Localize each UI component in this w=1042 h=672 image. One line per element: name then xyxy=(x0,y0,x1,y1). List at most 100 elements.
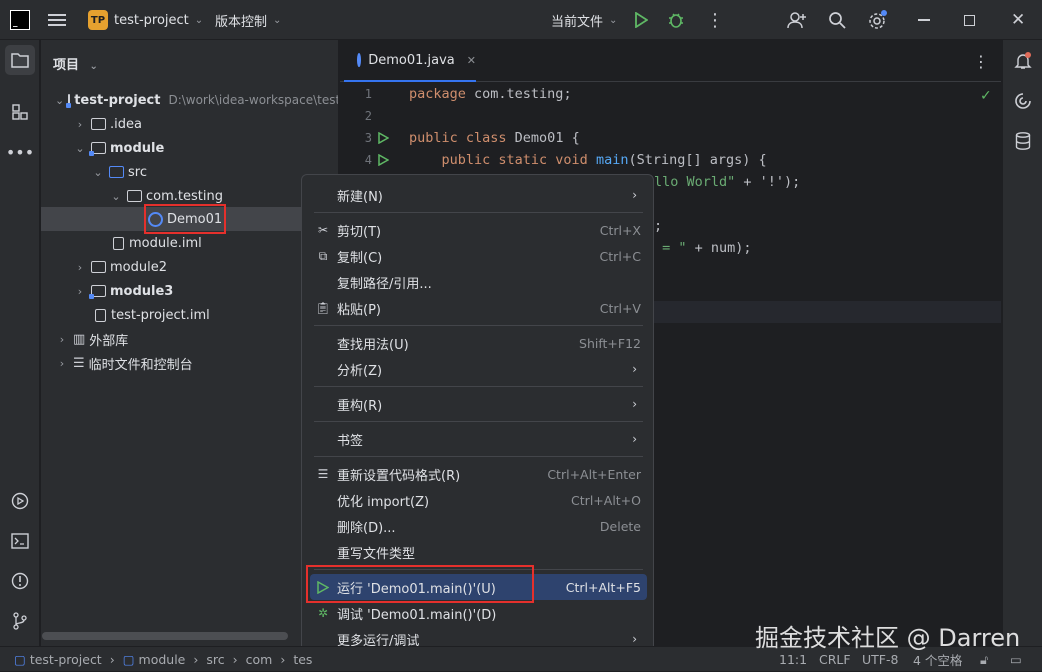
copy-icon: ⧉ xyxy=(318,248,328,263)
reformat-icon: ☰ xyxy=(317,467,329,481)
debug-button[interactable] xyxy=(667,0,685,40)
code-line: = " + num); xyxy=(654,240,752,256)
tree-item-test-project[interactable]: ⌄ test-project D:\work\idea-workspace\te… xyxy=(41,88,339,112)
tree-item-module2[interactable]: › module2 xyxy=(41,255,338,279)
chevron-right-icon: › xyxy=(632,188,637,202)
project-tool-icon[interactable] xyxy=(5,45,35,75)
horizontal-scrollbar[interactable] xyxy=(42,632,288,640)
structure-tool-icon[interactable] xyxy=(5,97,35,127)
chevron-right-icon[interactable]: › xyxy=(73,285,87,298)
minimize-icon[interactable] xyxy=(918,0,930,40)
menu-item-cut[interactable]: ✂ 剪切(T) Ctrl+X xyxy=(310,217,647,243)
menu-item-refactor[interactable]: 重构(R) › xyxy=(310,391,647,417)
project-badge: TP xyxy=(88,10,108,30)
menu-item-override-file-type[interactable]: 重写文件类型 xyxy=(310,539,647,565)
menu-item-copy-path[interactable]: 复制路径/引用... xyxy=(310,269,647,295)
tab-label: Demo01.java xyxy=(368,52,455,68)
tree-item-scratches[interactable]: › ☰ 临时文件和控制台 xyxy=(41,351,338,375)
menu-item-analyze[interactable]: 分析(Z) › xyxy=(310,356,647,382)
chevron-right-icon[interactable]: › xyxy=(55,333,69,346)
module-icon: ▢ xyxy=(14,652,26,667)
run-config-selector[interactable]: 当前文件 ⌄ xyxy=(551,0,617,40)
notifications-bell-icon[interactable] xyxy=(1008,46,1038,76)
tree-item-module3[interactable]: › module3 xyxy=(41,279,338,303)
chevron-down-icon[interactable]: ⌄ xyxy=(73,142,87,155)
code-line: public static void main (String[] args) { xyxy=(409,152,767,168)
panel-title: 项目 xyxy=(53,58,80,73)
chevron-right-icon[interactable]: › xyxy=(73,118,87,131)
breadcrumb-item[interactable]: test-project xyxy=(30,652,102,667)
chevron-right-icon[interactable]: › xyxy=(73,261,87,274)
breadcrumb-item[interactable]: com xyxy=(246,652,273,667)
menu-item-debug-main[interactable]: ✲ 调试 'Demo01.main()'(D) xyxy=(310,600,647,626)
problems-icon[interactable] xyxy=(5,566,35,596)
menu-item-new[interactable]: 新建(N) › xyxy=(310,182,647,208)
database-icon[interactable] xyxy=(1008,126,1038,156)
chevron-right-icon: › xyxy=(109,652,115,667)
chevron-down-icon[interactable]: ⌄ xyxy=(91,166,105,179)
chevron-right-icon[interactable]: › xyxy=(55,357,69,370)
run-button[interactable] xyxy=(634,0,648,40)
right-tool-strip xyxy=(1002,40,1042,646)
tree-item-label: module2 xyxy=(110,259,167,275)
run-gutter-icon[interactable] xyxy=(376,149,390,171)
no-problems-check-icon[interactable]: ✓ xyxy=(980,88,992,104)
vcs-label: 版本控制 xyxy=(215,14,268,30)
code-line: public class Demo01 { xyxy=(409,130,580,146)
tree-item-label: 临时文件和控制台 xyxy=(88,357,193,373)
menu-item-delete[interactable]: 删除(D)... Delete xyxy=(310,513,647,539)
more-actions-icon[interactable]: ⋮ xyxy=(706,0,724,40)
add-user-icon[interactable] xyxy=(787,0,807,40)
search-icon[interactable] xyxy=(828,0,846,40)
close-tab-icon[interactable]: ✕ xyxy=(467,54,476,67)
project-selector[interactable]: TP test-project ⌄ xyxy=(88,0,203,40)
terminal-icon[interactable] xyxy=(5,526,35,556)
ai-assistant-icon[interactable] xyxy=(1008,86,1038,116)
tab-demo01-java[interactable]: Demo01.java ✕ xyxy=(344,40,476,82)
chevron-down-icon[interactable]: ⌄ xyxy=(109,190,123,203)
menu-item-find-usages[interactable]: 查找用法(U) Shift+F12 xyxy=(310,330,647,356)
tree-item-external-libraries[interactable]: › ▥ 外部库 xyxy=(41,327,338,351)
project-path: D:\work\idea-workspace\test xyxy=(168,93,339,107)
git-icon[interactable] xyxy=(5,606,35,636)
services-icon[interactable] xyxy=(5,486,35,516)
scratches-icon: ☰ xyxy=(73,355,85,371)
project-panel-header[interactable]: 项目 ⌄ xyxy=(53,54,98,73)
code-line: ; xyxy=(654,218,663,234)
chevron-down-icon: ⌄ xyxy=(89,61,98,72)
settings-gear-icon[interactable] xyxy=(867,0,889,40)
code-line: package com.testing; xyxy=(409,86,572,102)
close-icon[interactable]: ✕ xyxy=(1011,0,1025,40)
tree-item-module-iml[interactable]: module.iml xyxy=(41,231,338,255)
tree-item-label: module3 xyxy=(110,283,174,299)
folder-icon xyxy=(91,261,106,273)
breadcrumb-item[interactable]: tes xyxy=(293,652,312,667)
tree-item-idea[interactable]: › .idea xyxy=(41,112,338,136)
folder-icon xyxy=(91,118,106,130)
tree-item-src[interactable]: ⌄ src xyxy=(41,160,338,184)
vcs-menu[interactable]: 版本控制 ⌄ xyxy=(215,0,281,40)
tree-item-module[interactable]: ⌄ module xyxy=(41,136,338,160)
menu-item-reformat-code[interactable]: ☰ 重新设置代码格式(R) Ctrl+Alt+Enter xyxy=(310,461,647,487)
editor-tab-bar: Demo01.java ✕ ⋮ xyxy=(340,40,1001,82)
breadcrumb-item[interactable]: module xyxy=(139,652,186,667)
app-logo[interactable]: _ xyxy=(10,0,30,40)
menu-item-bookmarks[interactable]: 书签 › xyxy=(310,426,647,452)
main-menu-icon[interactable] xyxy=(48,0,66,40)
more-tools-icon[interactable]: ••• xyxy=(5,137,35,167)
breadcrumb-item[interactable]: src xyxy=(206,652,224,667)
watermark: 掘金技术社区 @ Darren xyxy=(755,624,1021,652)
maximize-icon[interactable] xyxy=(964,0,975,40)
menu-item-paste[interactable]: 📋︎ 粘贴(P) Ctrl+V xyxy=(310,295,647,321)
menu-item-copy[interactable]: ⧉ 复制(C) Ctrl+C xyxy=(310,243,647,269)
menu-item-optimize-imports[interactable]: 优化 import(Z) Ctrl+Alt+O xyxy=(310,487,647,513)
tree-item-label: 外部库 xyxy=(89,333,129,349)
run-gutter-icon[interactable] xyxy=(376,127,390,149)
tree-item-label: test-project xyxy=(74,92,161,108)
tree-item-label: .idea xyxy=(110,116,142,132)
tree-item-test-project-iml[interactable]: test-project.iml xyxy=(41,303,338,327)
highlight-box-demo01 xyxy=(144,204,226,234)
chevron-down-icon[interactable]: ⌄ xyxy=(55,94,64,107)
tab-more-icon[interactable]: ⋮ xyxy=(973,52,989,71)
current-line-highlight xyxy=(654,301,1001,323)
